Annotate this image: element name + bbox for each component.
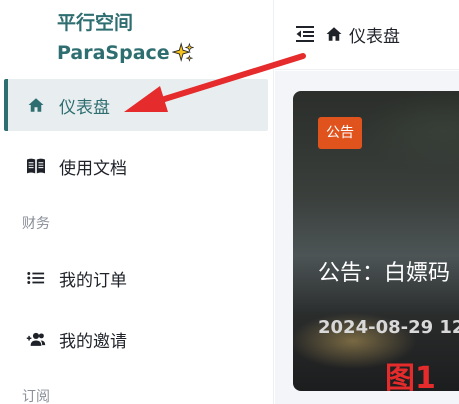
menu-collapse-icon[interactable]	[295, 24, 315, 44]
sidebar-item-label: 使用文档	[59, 158, 127, 179]
breadcrumb-home-icon	[326, 27, 342, 41]
brand[interactable]: 平行空间 ParaSpace	[57, 8, 194, 68]
announcement-card[interactable]: 公告 公告：白嫖码 2024-08-29 12 图1	[293, 91, 459, 391]
sidebar-item-invites[interactable]: 我的邀请	[4, 313, 268, 365]
sidebar-item-label: 我的订单	[59, 270, 127, 291]
section-title-finance: 财务	[22, 216, 50, 232]
user-add-icon	[26, 329, 46, 349]
breadcrumb-title: 仪表盘	[349, 27, 400, 47]
sidebar-item-label: 我的邀请	[59, 331, 127, 352]
sidebar: 平行空间 ParaSpace 仪表盘 使用文档 财务 我的订单 我的邀请 订阅	[0, 0, 274, 404]
book-icon	[26, 156, 46, 176]
main-content: 公告 公告：白嫖码 2024-08-29 12 图1	[275, 71, 459, 404]
announcement-date: 2024-08-29 12	[318, 317, 459, 338]
announcement-badge: 公告	[318, 117, 362, 149]
section-title-subscribe: 订阅	[22, 389, 50, 404]
announcement-title: 公告：白嫖码	[318, 261, 451, 286]
list-icon	[26, 268, 46, 288]
figure-label: 图1	[385, 361, 436, 391]
brand-name: ParaSpace	[57, 42, 170, 64]
sidebar-item-docs[interactable]: 使用文档	[4, 140, 268, 192]
brand-title: 平行空间	[57, 12, 134, 34]
home-icon	[26, 95, 46, 115]
top-header: 仪表盘	[275, 0, 459, 70]
brand-name-row: ParaSpace	[57, 38, 194, 68]
sidebar-item-orders[interactable]: 我的订单	[4, 252, 268, 304]
sparkle-icon	[171, 42, 194, 63]
sidebar-item-dashboard[interactable]: 仪表盘	[4, 79, 268, 131]
sidebar-item-label: 仪表盘	[59, 97, 110, 118]
